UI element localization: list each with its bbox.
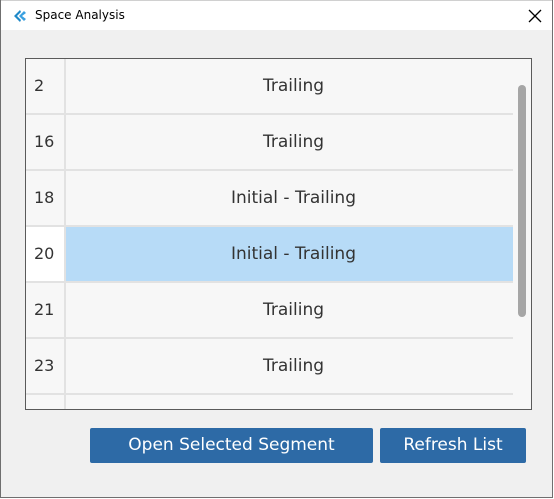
list-item[interactable]: 23 Trailing (26, 339, 531, 395)
segment-number: 20 (26, 227, 66, 281)
segment-number (26, 395, 66, 409)
list-item[interactable]: 21 Trailing (26, 283, 531, 339)
scroll-thumb[interactable] (518, 85, 526, 317)
segment-number: 2 (26, 59, 66, 113)
segment-list[interactable]: 2 Trailing 16 Trailing 18 Initial - Trailing 2… (25, 58, 532, 410)
close-button[interactable] (518, 1, 552, 31)
segment-number: 23 (26, 339, 66, 393)
title-bar[interactable]: Space Analysis (1, 0, 552, 30)
refresh-list-button[interactable]: Refresh List (380, 428, 526, 463)
segment-number: 18 (26, 171, 66, 225)
close-icon (528, 9, 542, 23)
segment-type: Initial - Trailing (230, 188, 356, 208)
open-selected-segment-button[interactable]: Open Selected Segment (90, 428, 373, 463)
window-title: Space Analysis (35, 8, 125, 22)
list-item[interactable]: 16 Trailing (26, 115, 531, 171)
segment-type (66, 395, 521, 409)
segment-type: Trailing (262, 132, 325, 152)
segment-type: Initial - Trailing (66, 227, 521, 281)
segment-type: Trailing (262, 300, 325, 320)
list-item[interactable]: 2 Trailing (26, 59, 531, 115)
app-icon (11, 7, 29, 25)
space-analysis-window: Space Analysis 2 Trailing 16 Trailing 18 Init… (0, 0, 553, 498)
segment-type: Trailing (262, 356, 325, 376)
list-item[interactable]: 18 Initial - Trailing (26, 171, 531, 227)
list-item[interactable] (26, 395, 531, 409)
vertical-scrollbar[interactable] (513, 59, 531, 409)
segment-number: 21 (26, 283, 66, 337)
segment-type: Trailing (262, 76, 325, 96)
segment-number: 16 (26, 115, 66, 169)
list-item[interactable]: 20 Initial - Trailing (26, 227, 531, 283)
